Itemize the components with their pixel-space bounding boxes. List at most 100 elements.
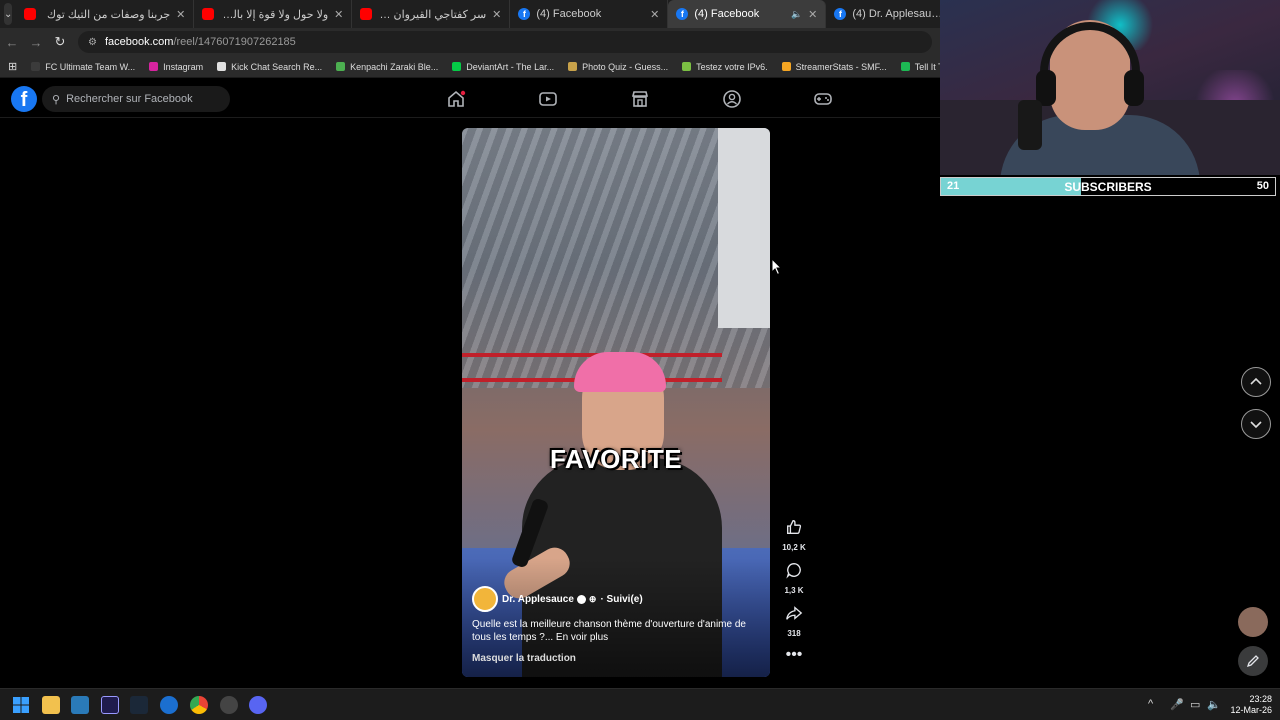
comment-icon[interactable] (785, 561, 803, 579)
chrome-icon[interactable] (190, 696, 208, 714)
like-count: 10,2 K (782, 543, 806, 552)
youtube-icon (202, 8, 215, 20)
hide-translation-link[interactable]: Masquer la traduction (472, 653, 576, 664)
share-icon[interactable] (785, 604, 803, 622)
reload-button[interactable]: ↻ (48, 34, 72, 50)
battlenet-icon[interactable] (160, 696, 178, 714)
close-tab-icon[interactable]: ✕ (492, 8, 501, 21)
browser-tab[interactable]: f (4) Facebook ✕ (510, 0, 669, 28)
network-icon[interactable]: ▭ (1190, 698, 1200, 711)
globe-icon: ⊕ (588, 593, 597, 604)
bookmark-favicon-icon (568, 62, 578, 71)
youtube-icon (360, 8, 373, 20)
steam-icon[interactable] (130, 696, 148, 714)
verified-badge-icon (576, 594, 586, 604)
bookmark-label: StreamerStats - SMF... (795, 61, 887, 72)
reel-description[interactable]: Quelle est la meilleure chanson thème d'… (472, 618, 757, 644)
discord-icon[interactable] (249, 696, 267, 714)
facebook-logo-icon[interactable]: f (11, 86, 37, 112)
close-tab-icon[interactable]: ✕ (808, 8, 817, 21)
bookmark-item[interactable]: Photo Quiz - Guess... (568, 62, 668, 72)
bookmark-favicon-icon (217, 62, 227, 71)
compose-icon (1246, 655, 1259, 668)
obs-icon[interactable] (220, 696, 238, 714)
reel-video-player[interactable]: FAVORITE Dr. Applesauce ⊕ · Suivi(e) Que… (462, 128, 770, 677)
subscriber-goal-bar: 21 SUBSCRIBERS 50 (940, 177, 1276, 196)
more-options-icon[interactable]: ••• (780, 646, 808, 664)
facebook-search-input[interactable]: ⚲ Rechercher sur Facebook (42, 86, 230, 112)
browser-tab[interactable]: جربنا وصفات من التيك توك ✕ (16, 0, 195, 28)
gaming-icon[interactable] (813, 89, 833, 109)
next-reel-button[interactable] (1241, 409, 1271, 439)
bookmark-item[interactable]: Tell It To My Heart -... (900, 62, 940, 72)
browser-tab[interactable]: سر كفتاجي القيروان عند جلال - be ✕ (352, 0, 511, 28)
tab-audio-icon[interactable]: 🔈 (791, 9, 802, 20)
bookmark-favicon-icon (31, 62, 41, 71)
windows-taskbar: ^ 🎤 ▭ 🔈 23:28 12-Mar-26 (0, 688, 1280, 720)
video-icon[interactable] (538, 89, 558, 109)
share-action[interactable]: 318 (780, 604, 808, 638)
chevron-up-icon[interactable]: ^ (1148, 698, 1153, 710)
close-tab-icon[interactable]: ✕ (650, 8, 659, 21)
webcam-overlay (940, 0, 1280, 175)
clock-time: 23:28 (1249, 694, 1272, 704)
bookmark-favicon-icon (149, 62, 159, 71)
browser-tab[interactable]: f (4) Facebook 🔈 ✕ (668, 0, 827, 28)
close-tab-icon[interactable]: ✕ (334, 8, 343, 21)
premiere-pro-icon[interactable] (101, 696, 119, 714)
marketplace-icon[interactable] (630, 89, 650, 109)
bookmark-item[interactable]: Kick Chat Search Re... (217, 62, 322, 72)
comment-action[interactable]: 1,3 K (780, 561, 808, 595)
follow-status[interactable]: · Suivi(e) (600, 594, 642, 605)
close-tab-icon[interactable]: ✕ (176, 8, 185, 21)
chevron-down-icon (1250, 421, 1262, 429)
url-path: /reel/1476071907262185 (173, 36, 296, 48)
contact-avatar[interactable] (1238, 607, 1268, 637)
tab-title: ولا حول ولا قوة إلا بالله بعد عامين (220, 8, 329, 21)
back-button[interactable]: ← (0, 35, 24, 50)
like-icon[interactable] (785, 518, 803, 536)
previous-reel-button[interactable] (1241, 367, 1271, 397)
browser-tab[interactable]: f (4) Dr. Applesauce Reels | Fa (826, 0, 957, 28)
like-action[interactable]: 10,2 K (780, 518, 808, 552)
reel-scene-wall (718, 128, 770, 328)
apps-grid-icon[interactable]: ⊞ (8, 60, 17, 73)
forward-button[interactable]: → (24, 35, 48, 50)
facebook-header: f ⚲ Rechercher sur Facebook (0, 80, 940, 118)
author-name[interactable]: Dr. Applesauce (502, 594, 574, 605)
bookmark-item[interactable]: StreamerStats - SMF... (781, 61, 887, 72)
subscriber-label: SUBSCRIBERS (1064, 180, 1152, 194)
browser-tab[interactable]: ولا حول ولا قوة إلا بالله بعد عامين ✕ (194, 0, 353, 28)
url-domain: facebook.com (104, 36, 174, 48)
file-explorer-icon[interactable] (42, 696, 60, 714)
home-icon[interactable] (446, 89, 466, 109)
url-field[interactable]: ⚙ facebook.com/reel/1476071907262185 (78, 31, 932, 53)
bookmark-item[interactable]: FC Ultimate Team W... (31, 62, 135, 72)
bookmark-item[interactable]: Kenpachi Zaraki Ble... (336, 62, 438, 72)
windows-start-icon[interactable] (12, 696, 30, 714)
reel-caption-word: FAVORITE (549, 444, 683, 474)
bookmark-item[interactable]: DeviantArt - The Lar... (452, 62, 554, 72)
facebook-icon: f (518, 8, 531, 20)
webcam-headset-ear (1124, 70, 1144, 106)
bookmark-item[interactable]: Testez votre IPv6. (682, 62, 768, 72)
author-avatar[interactable] (472, 586, 498, 612)
tab-title: جربنا وصفات من التيك توك (47, 8, 171, 21)
bookmark-favicon-icon (336, 62, 346, 71)
bookmark-item[interactable]: Instagram (149, 62, 203, 72)
tab-title: (4) Facebook (536, 8, 602, 20)
clock-date: 12-Mar-26 (1230, 705, 1272, 715)
new-message-button[interactable] (1238, 646, 1268, 676)
groups-icon[interactable] (722, 89, 742, 109)
outlook-icon[interactable] (71, 696, 89, 714)
speaker-icon[interactable]: 🔈 (1207, 698, 1221, 711)
browser-tab-strip: ⌄ جربنا وصفات من التيك توك ✕ ولا حول ولا ق… (0, 0, 957, 28)
share-count: 318 (787, 629, 801, 638)
tab-search-button[interactable]: ⌄ (4, 3, 13, 25)
site-info-icon[interactable]: ⚙ (88, 37, 97, 48)
microphone-icon[interactable]: 🎤 (1170, 698, 1184, 711)
tab-title: (4) Dr. Applesauce Reels | Fa (852, 8, 947, 20)
facebook-icon: f (676, 8, 689, 20)
bookmark-favicon-icon (900, 62, 910, 71)
system-clock[interactable]: 23:28 12-Mar-26 (1230, 694, 1272, 716)
